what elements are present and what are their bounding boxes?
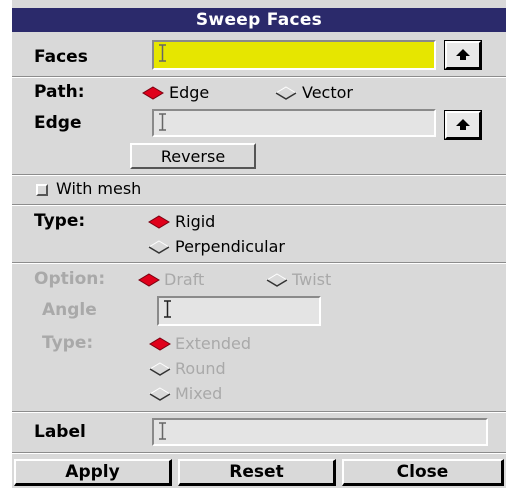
option-twist-radio[interactable] bbox=[266, 273, 288, 287]
sweep-faces-panel: Sweep Faces Faces Path: Edge Vector Edge… bbox=[12, 0, 506, 488]
type-label: Type: bbox=[34, 211, 86, 231]
option-draft-radio[interactable] bbox=[138, 273, 160, 287]
draft-type-extended-label: Extended bbox=[175, 334, 251, 353]
reverse-button[interactable]: Reverse bbox=[130, 143, 256, 169]
with-mesh-checkbox[interactable] bbox=[36, 184, 48, 196]
path-vector-label: Vector bbox=[302, 83, 353, 102]
faces-input[interactable] bbox=[152, 40, 436, 70]
path-edge-radio[interactable] bbox=[142, 86, 164, 100]
draft-type-mixed-radio[interactable] bbox=[149, 387, 171, 401]
angle-input[interactable] bbox=[157, 296, 321, 326]
reset-button[interactable]: Reset bbox=[178, 459, 336, 486]
path-label: Path: bbox=[34, 82, 85, 102]
type-rigid-label: Rigid bbox=[175, 212, 216, 231]
option-draft-label: Draft bbox=[164, 270, 205, 289]
angle-label: Angle bbox=[42, 300, 97, 320]
window-title: Sweep Faces bbox=[12, 8, 506, 32]
apply-button[interactable]: Apply bbox=[14, 459, 172, 486]
text-cursor-icon bbox=[159, 44, 166, 62]
type-perpendicular-radio[interactable] bbox=[148, 240, 170, 254]
text-cursor-icon bbox=[164, 300, 171, 318]
close-button[interactable]: Close bbox=[342, 459, 504, 486]
label-input[interactable] bbox=[152, 418, 488, 446]
up-arrow-icon bbox=[456, 119, 470, 130]
option-twist-label: Twist bbox=[292, 270, 332, 289]
draft-type-round-label: Round bbox=[175, 359, 226, 378]
text-cursor-icon bbox=[159, 113, 166, 131]
draft-type-label: Type: bbox=[42, 333, 94, 353]
draft-type-mixed-label: Mixed bbox=[175, 384, 223, 403]
faces-pick-button[interactable] bbox=[444, 40, 482, 70]
type-rigid-radio[interactable] bbox=[148, 215, 170, 229]
label-label: Label bbox=[34, 422, 86, 442]
text-cursor-icon bbox=[159, 422, 166, 440]
faces-label: Faces bbox=[34, 47, 88, 67]
up-arrow-icon bbox=[456, 49, 470, 60]
draft-type-round-radio[interactable] bbox=[149, 362, 171, 376]
type-perpendicular-label: Perpendicular bbox=[175, 237, 286, 256]
edge-label: Edge bbox=[34, 113, 82, 133]
with-mesh-label: With mesh bbox=[56, 179, 142, 198]
draft-type-extended-radio[interactable] bbox=[149, 337, 171, 351]
path-vector-radio[interactable] bbox=[275, 86, 297, 100]
edge-input[interactable] bbox=[152, 109, 436, 137]
path-edge-label: Edge bbox=[169, 83, 210, 102]
option-label: Option: bbox=[34, 269, 106, 289]
edge-pick-button[interactable] bbox=[444, 110, 482, 140]
